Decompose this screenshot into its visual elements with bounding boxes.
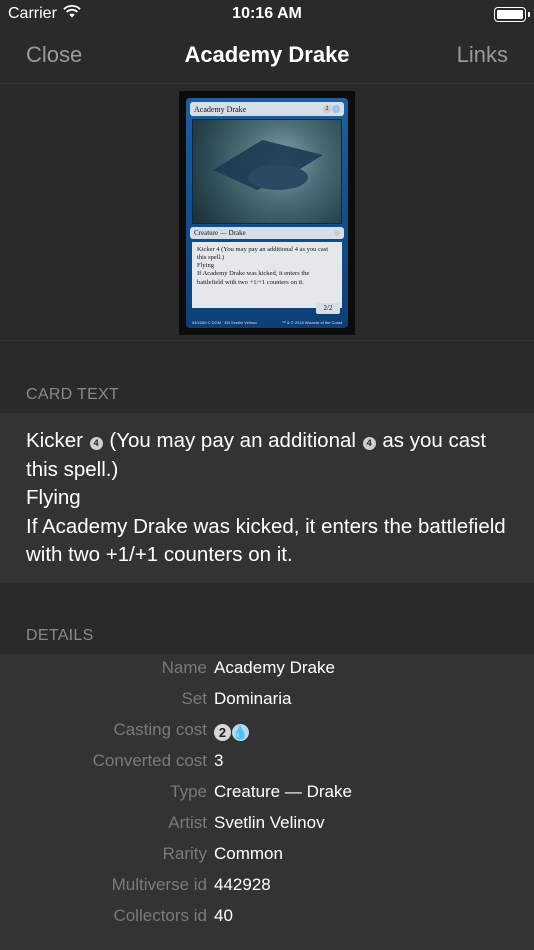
set-symbol-icon [334, 230, 340, 236]
page-title: Academy Drake [184, 42, 350, 67]
card-footer: 040/269 C DOM · EN Svetlin Velinov ™ & ©… [192, 320, 342, 325]
detail-row-collectors-id: Collectors id 40 [0, 902, 534, 933]
dragon-body-shape [248, 165, 308, 190]
navigation-bar: Close Academy Drake Links [0, 30, 534, 84]
card-footer-left: 040/269 C DOM · EN Svetlin Velinov [192, 320, 258, 325]
card-type-line: Creature — Drake [194, 229, 246, 237]
detail-value: Academy Drake [214, 658, 335, 677]
detail-row-casting-cost: Casting cost 2 💧 [0, 716, 534, 747]
status-time: 10:16 AM [232, 5, 302, 22]
card-type-bar: Creature — Drake [190, 227, 344, 239]
card-rules-kicked: If Academy Drake was kicked, it enters t… [197, 270, 310, 286]
card-image-area: Academy Drake 2 Creature — Drake Kicker … [0, 84, 534, 341]
detail-row-artist: Artist Svetlin Velinov [0, 809, 534, 840]
battery-icon [494, 7, 530, 22]
card-image[interactable]: Academy Drake 2 Creature — Drake Kicker … [179, 91, 355, 335]
casting-cost-icons: 2 💧 [214, 724, 249, 741]
kicker-mid: (You may pay an additional [109, 429, 356, 452]
card-text-kicked: If Academy Drake was kicked, it enters t… [26, 514, 506, 567]
card-rules-box: Kicker 4 (You may pay an additional 4 as… [192, 242, 342, 308]
detail-label: Set [181, 689, 207, 708]
links-button[interactable]: Links [457, 42, 508, 68]
detail-label: Multiverse id [111, 875, 207, 894]
detail-row-type: Type Creature — Drake [0, 778, 534, 809]
detail-label: Artist [168, 813, 207, 832]
card-text-kicker-line: Kicker 4 (You may pay an additional 4 as… [26, 427, 514, 484]
detail-row-multiverse-id: Multiverse id 442928 [0, 871, 534, 902]
card-text-flying: Flying [26, 486, 81, 509]
detail-value: 40 [214, 906, 233, 925]
detail-row-set: Set Dominaria [0, 685, 534, 716]
detail-value: Creature — Drake [214, 782, 352, 801]
details-section: Name Academy Drake Set Dominaria Casting… [0, 654, 534, 950]
detail-row-rarity: Rarity Common [0, 840, 534, 871]
card-text-header: CARD TEXT [26, 386, 120, 403]
card-artwork [192, 119, 342, 224]
detail-label: Casting cost [113, 720, 207, 739]
card-detail-screen: Carrier 10:16 AM Close Academy Drake Lin… [0, 0, 534, 950]
card-text-body: Kicker 4 (You may pay an additional 4 as… [26, 427, 514, 570]
detail-value: Svetlin Velinov [214, 813, 325, 832]
status-bar: Carrier 10:16 AM [0, 0, 534, 30]
mana-generic-icon: 2 [323, 105, 331, 113]
card-footer-right: ™ & © 2018 Wizards of the Coast [281, 320, 342, 325]
detail-row-name: Name Academy Drake [0, 654, 534, 685]
detail-row-converted-cost: Converted cost 3 [0, 747, 534, 778]
detail-value: 2 💧 [214, 720, 249, 741]
card-rules-flying: Flying [197, 262, 214, 270]
card-power-toughness: 2/2 [316, 303, 340, 314]
card-text-section: Kicker 4 (You may pay an additional 4 as… [0, 413, 534, 583]
detail-label: Rarity [162, 844, 207, 863]
detail-label: Converted cost [92, 751, 207, 770]
card-rules-kicker: Kicker 4 (You may pay an additional 4 as… [197, 246, 329, 262]
card-title-bar: Academy Drake 2 [190, 102, 344, 116]
card-face: Academy Drake 2 Creature — Drake Kicker … [186, 98, 348, 328]
mana-blue-icon [332, 105, 340, 113]
details-header: DETAILS [26, 627, 94, 644]
detail-value: 442928 [214, 875, 271, 894]
kicker-prefix: Kicker [26, 429, 83, 452]
detail-label: Collectors id [113, 906, 207, 925]
card-mana-cost: 2 [323, 105, 340, 113]
mana-4-icon: 4 [362, 437, 376, 450]
detail-label: Name [161, 658, 207, 677]
detail-label: Type [170, 782, 207, 801]
mana-4-icon: 4 [89, 437, 103, 450]
detail-value[interactable]: Dominaria [214, 689, 291, 709]
mana-generic-icon: 2 [214, 724, 231, 741]
detail-value: 3 [214, 751, 224, 770]
card-name: Academy Drake [194, 104, 247, 114]
mana-blue-drop-icon: 💧 [232, 724, 249, 741]
detail-value: Common [214, 844, 283, 863]
